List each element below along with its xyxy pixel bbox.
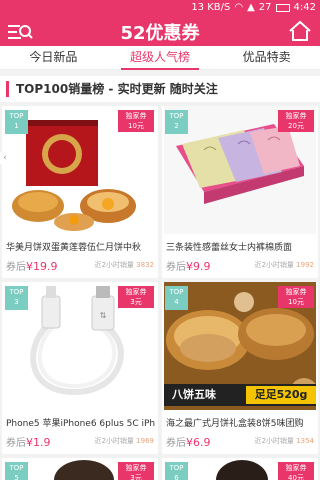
product-card[interactable]: TOP 6 独家券 40元	[162, 458, 318, 480]
price-prefix: 券后	[6, 438, 26, 449]
rank-badge: TOP 6	[165, 462, 188, 480]
product-name[interactable]: 海之最广式月饼礼盒装8饼5味团购	[166, 416, 316, 429]
status-time: 4:42	[293, 2, 316, 13]
status-right: 13 KB/S ◠ ▲ 27 4:42	[191, 2, 316, 13]
price-prefix: 券后	[6, 262, 26, 273]
sales-label: 近2小时销量	[94, 437, 134, 445]
coupon-badge: 独家券 3元	[118, 462, 154, 480]
product-price: 券后¥19.9	[6, 258, 58, 273]
sales-info: 近2小时销量 1354	[254, 436, 314, 446]
tab-new-today[interactable]: 今日新品	[0, 46, 107, 69]
product-name[interactable]: 三条装性感蕾丝女士内裤棉质面	[166, 240, 316, 253]
product-card[interactable]: TOP 5 独家券 3元	[2, 458, 158, 480]
rank-badge: TOP 2	[165, 110, 188, 134]
tab-special-sale[interactable]: 优品特卖	[213, 46, 320, 69]
signal-icon: ▲	[247, 2, 255, 13]
product-price: 券后¥1.9	[6, 434, 51, 449]
overlay-left-text: 八饼五味	[172, 388, 216, 401]
sales-label: 近2小时销量	[254, 437, 294, 445]
svg-text:⇅: ⇅	[100, 311, 107, 320]
battery-level: 27	[258, 2, 272, 13]
price-prefix: 券后	[166, 438, 186, 449]
rank-badge: TOP 4	[165, 286, 188, 310]
sales-info: 近2小时销量 1992	[254, 260, 314, 270]
home-icon[interactable]	[287, 19, 313, 43]
price-amount: ¥9.9	[186, 260, 211, 273]
sales-info: 近2小时销量 3832	[94, 260, 154, 270]
product-card[interactable]: 八饼五味 足足520g TOP 4 独家券 10元 海之最广式月饼礼盒装8饼5味…	[162, 282, 318, 454]
product-price: 券后¥9.9	[166, 258, 211, 273]
product-name[interactable]: 华美月饼双蛋黄莲蓉伍仁月饼中秋	[6, 240, 156, 253]
coupon-badge: 独家券 3元	[118, 286, 154, 308]
rank-badge: TOP 1	[5, 110, 28, 134]
network-speed: 13 KB/S	[191, 2, 231, 13]
section-title: TOP100销量榜 - 实时更新 随时关注	[16, 82, 218, 96]
sales-count: 1992	[296, 261, 314, 269]
coupon-badge: 独家券 10元	[118, 110, 154, 132]
rank-badge: TOP 3	[5, 286, 28, 310]
sales-count: 1969	[136, 437, 154, 445]
product-price: 券后¥6.9	[166, 434, 211, 449]
section-accent	[6, 81, 9, 97]
sales-label: 近2小时销量	[94, 261, 134, 269]
overlay-banner: 八饼五味 足足520g	[164, 384, 316, 406]
price-amount: ¥6.9	[186, 436, 211, 449]
sales-info: 近2小时销量 1969	[94, 436, 154, 446]
product-name[interactable]: Phone5 苹果iPhone6 6plus 5C iPh	[6, 416, 156, 429]
price-prefix: 券后	[166, 262, 186, 273]
product-card[interactable]: TOP 2 独家券 20元 三条装性感蕾丝女士内裤棉质面 券后¥9.9 近2小时…	[162, 106, 318, 278]
status-bar: 13 KB/S ◠ ▲ 27 4:42	[0, 0, 320, 16]
coupon-badge: 独家券 10元	[278, 286, 314, 308]
wifi-icon: ◠	[234, 2, 244, 13]
product-card[interactable]: TOP 1 独家券 10元 华美月饼双蛋黄莲蓉伍仁月饼中秋 券后¥19.9 近2…	[2, 106, 158, 278]
tab-popular[interactable]: 超级人气榜	[107, 46, 214, 70]
app-header: 52优惠券	[0, 16, 320, 46]
price-amount: ¥19.9	[26, 260, 58, 273]
sales-count: 3832	[136, 261, 154, 269]
app-title: 52优惠券	[120, 23, 200, 44]
tab-bar: 今日新品 超级人气榜 优品特卖	[0, 46, 320, 70]
sales-label: 近2小时销量	[254, 261, 294, 269]
coupon-badge: 独家券 20元	[278, 110, 314, 132]
overlay-right-text: 足足520g	[246, 386, 316, 404]
sales-count: 1354	[296, 437, 314, 445]
battery-icon	[275, 3, 290, 12]
rank-badge: TOP 5	[5, 462, 28, 480]
price-amount: ¥1.9	[26, 436, 51, 449]
section-header: TOP100销量榜 - 实时更新 随时关注	[0, 76, 320, 102]
product-card[interactable]: ⇅ TOP 3 独家券 3元 Phone5 苹果iPhone6 6plus 5C…	[2, 282, 158, 454]
coupon-badge: 独家券 40元	[278, 462, 314, 480]
